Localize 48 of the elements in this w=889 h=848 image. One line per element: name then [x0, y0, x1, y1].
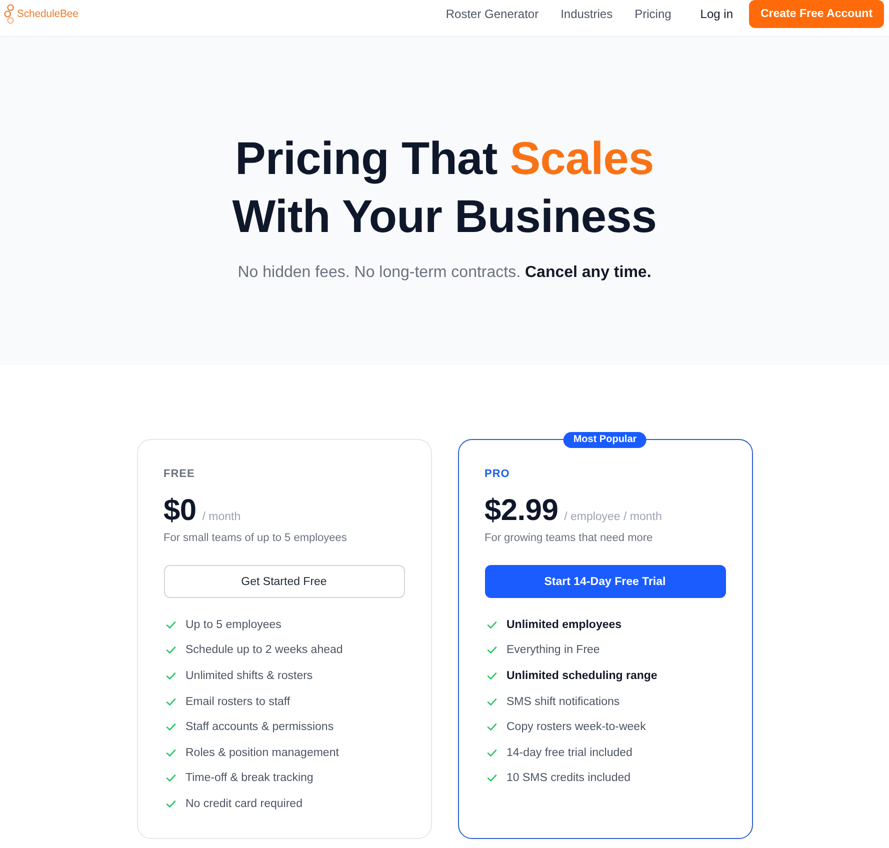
check-icon	[486, 723, 496, 732]
check-icon	[166, 620, 176, 629]
feature-text: Copy rosters week-to-week	[506, 721, 646, 734]
check-icon	[486, 748, 496, 757]
feature-text: Up to 5 employees	[186, 618, 282, 631]
feature-text: No credit card required	[186, 798, 302, 810]
plan-name: PRO	[484, 467, 510, 481]
check-icon	[486, 646, 496, 654]
login-link[interactable]: Log in	[700, 7, 733, 21]
plan-description: For growing teams that need more	[484, 531, 653, 546]
feature-text: Staff accounts & permissions	[186, 721, 334, 734]
feature-text: Unlimited scheduling range	[506, 670, 658, 682]
check-icon	[486, 698, 496, 706]
feature-text: Unlimited shifts & rosters	[186, 670, 313, 682]
check-icon	[486, 774, 496, 782]
plan-button[interactable]: Get Started Free	[164, 565, 404, 598]
feature-text: Unlimited employees	[506, 618, 622, 631]
feature-text: Roles & position management	[186, 746, 339, 759]
check-icon	[166, 748, 176, 757]
nav-link[interactable]: Roster Generator	[446, 7, 539, 21]
price-amount: $0	[164, 493, 196, 529]
check-icon	[166, 698, 176, 706]
plan-name: FREE	[164, 467, 195, 481]
check-icon	[166, 800, 176, 808]
plan-description: For small teams of up to 5 employees	[164, 531, 347, 546]
feature-text: Schedule up to 2 weeks ahead	[186, 644, 343, 656]
page-heading: Pricing That Scales With Your Business	[232, 131, 657, 244]
price-period: / employee / month	[564, 511, 662, 523]
feature-text: 14-day free trial included	[506, 746, 632, 759]
check-icon	[166, 672, 176, 680]
check-icon	[166, 723, 176, 732]
check-icon	[486, 672, 496, 680]
check-icon	[166, 774, 176, 782]
feature-text: SMS shift notifications	[506, 696, 620, 708]
popular-badge: Most Popular	[563, 432, 647, 448]
price-amount: $2.99	[484, 493, 558, 529]
nav-link[interactable]: Industries	[560, 7, 613, 21]
check-icon	[166, 646, 176, 654]
plan-button[interactable]: Start 14-Day Free Trial	[484, 565, 726, 598]
hero-subtitle: No hidden fees. No long-term contracts. Cancel any time.	[238, 263, 652, 283]
nav-link[interactable]: Pricing	[634, 7, 672, 21]
logo-icon	[4, 4, 15, 24]
feature-text: Everything in Free	[506, 644, 600, 656]
feature-text: Email rosters to staff	[186, 696, 290, 708]
feature-text: Time-off & break tracking	[186, 772, 314, 784]
check-icon	[486, 620, 496, 629]
feature-text: 10 SMS credits included	[506, 772, 631, 784]
price-period: / month	[202, 511, 241, 523]
